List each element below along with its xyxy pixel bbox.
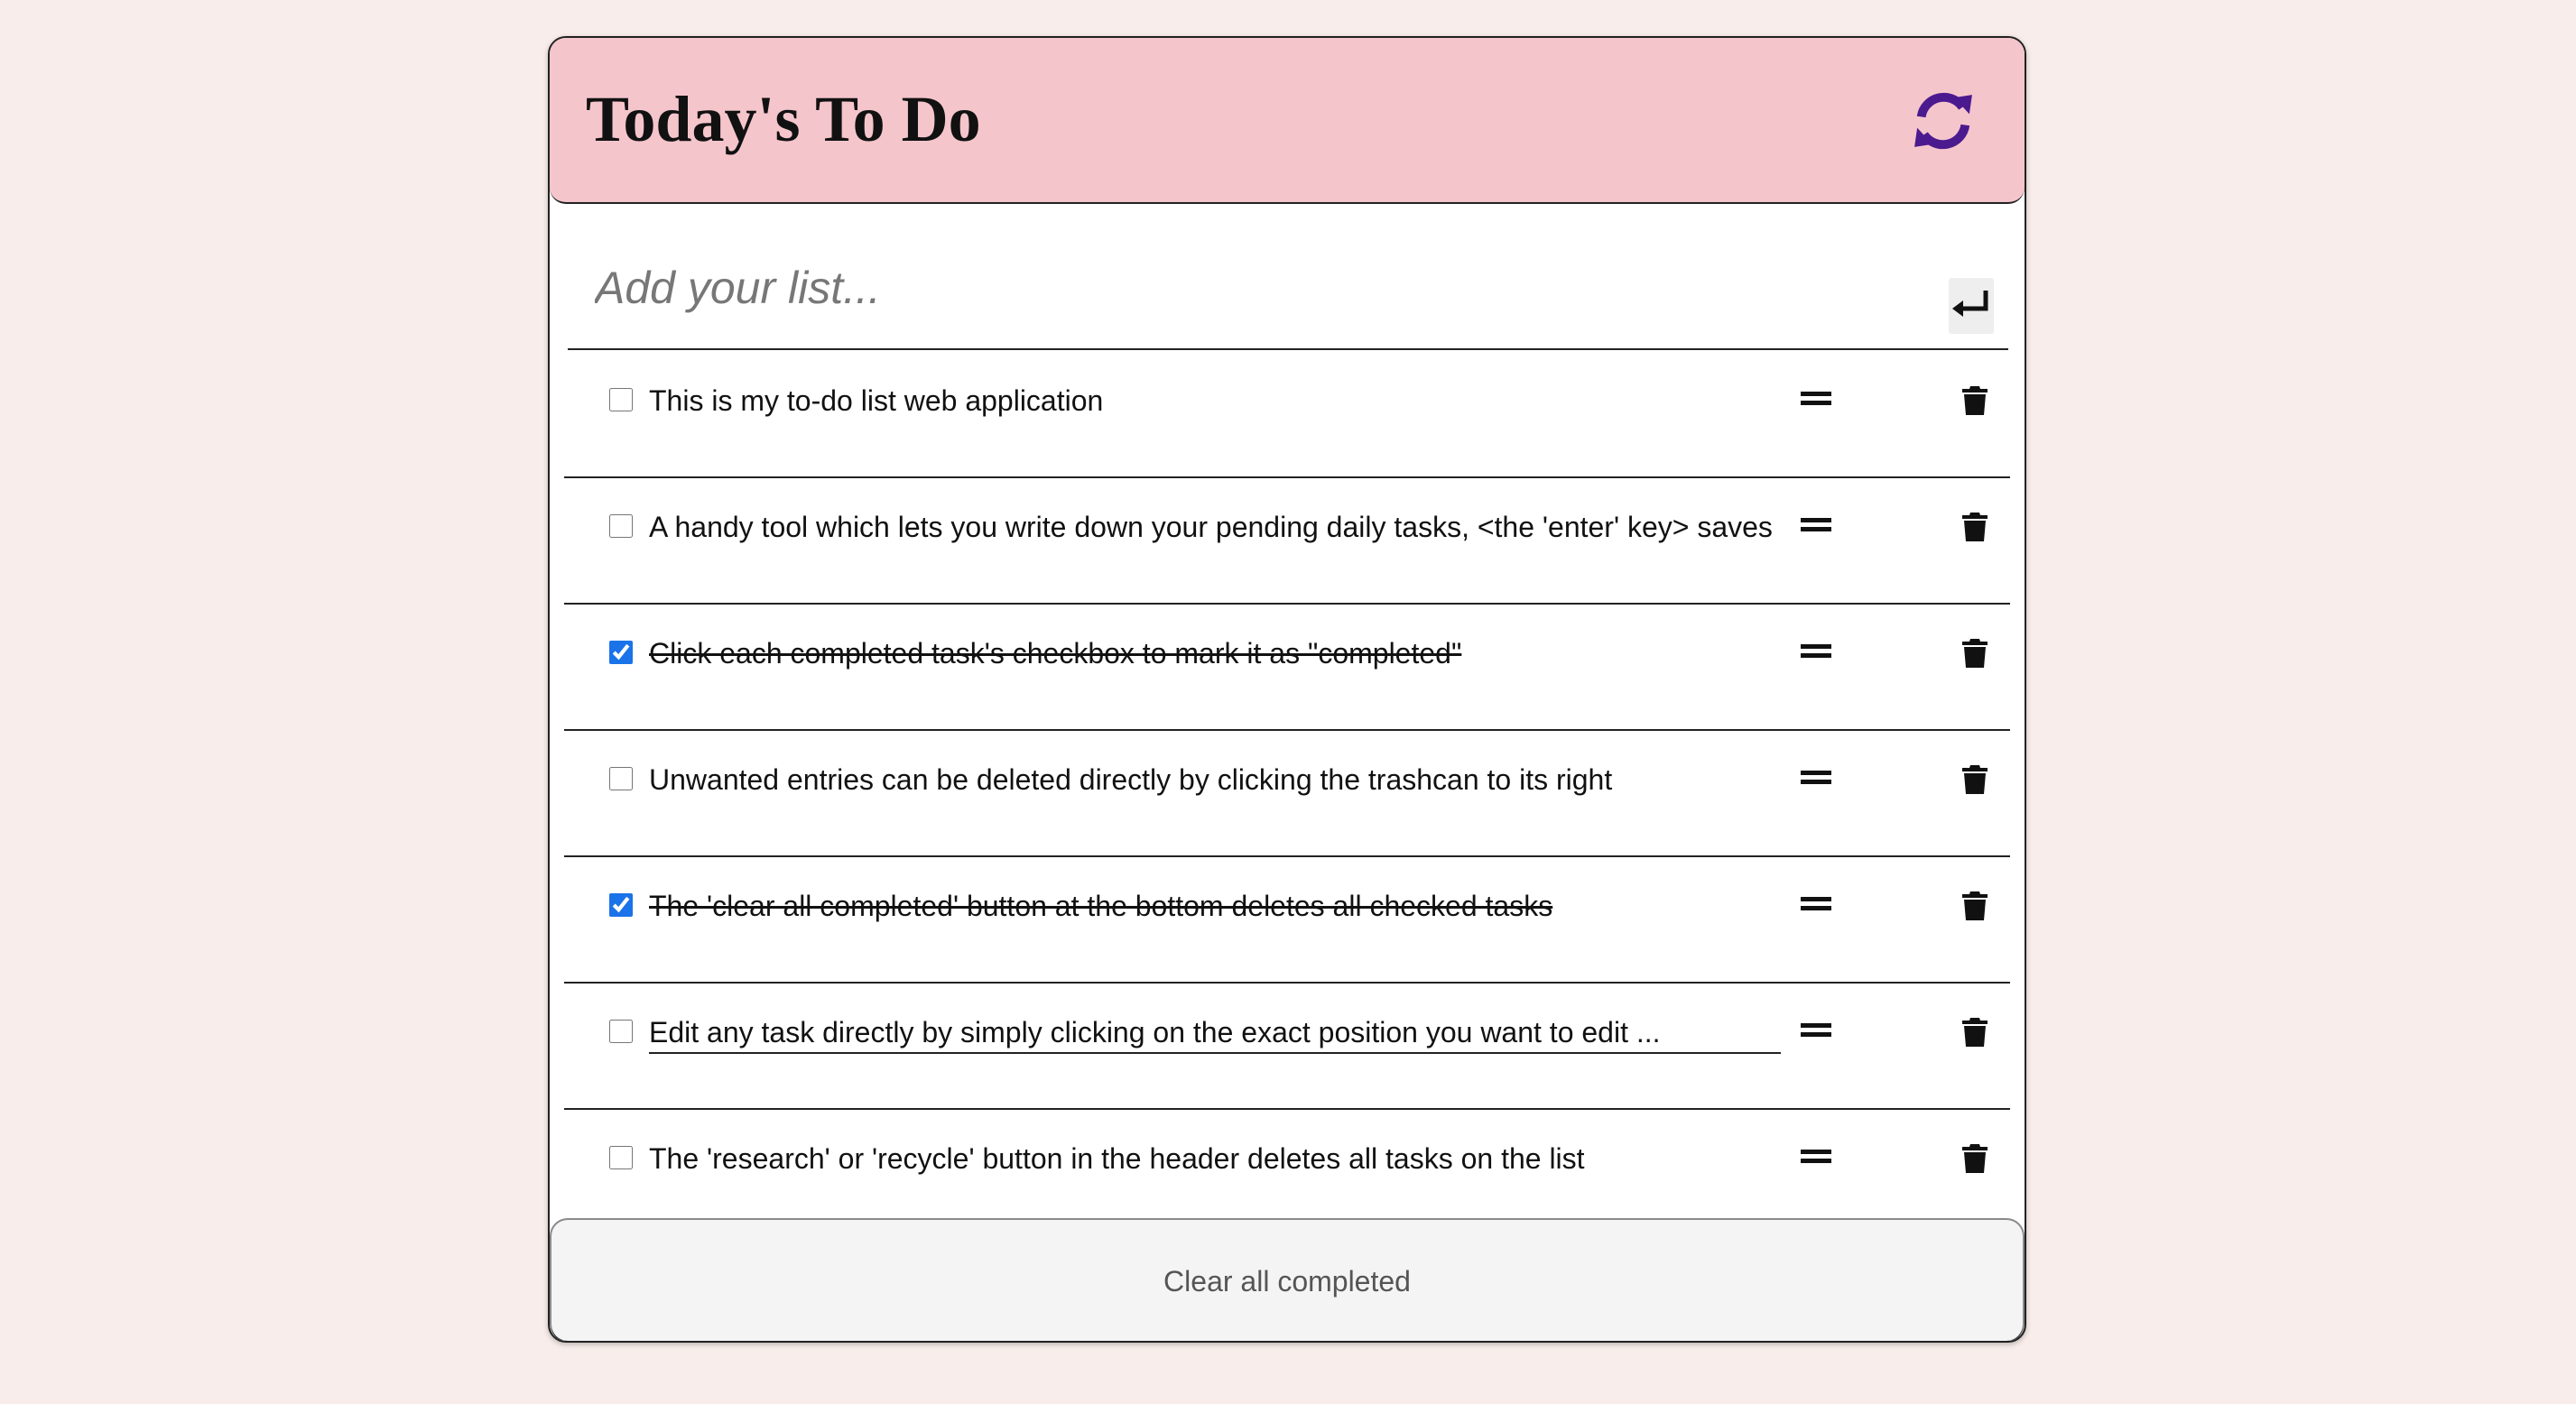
add-task-input[interactable]: [593, 247, 1842, 328]
task-item: The 'clear all completed' button at the …: [564, 857, 2010, 984]
add-task-row: [568, 238, 2008, 350]
clear-completed-button[interactable]: Clear all completed: [550, 1218, 2025, 1341]
trash-icon: [1962, 891, 1988, 920]
task-text[interactable]: The 'clear all completed' button at the …: [649, 888, 1781, 924]
delete-task-button[interactable]: [1960, 890, 1989, 922]
drag-handle-icon[interactable]: [1801, 771, 1831, 789]
task-item: A handy tool which lets you write down y…: [564, 478, 2010, 605]
task-item: Click each completed task's checkbox to …: [564, 605, 2010, 731]
refresh-button[interactable]: [1909, 87, 1978, 155]
delete-task-button[interactable]: [1960, 384, 1989, 417]
trash-icon: [1962, 1018, 1988, 1047]
trash-icon: [1962, 639, 1988, 668]
task-checkbox[interactable]: [609, 388, 633, 411]
trash-icon: [1962, 765, 1988, 794]
drag-handle-icon[interactable]: [1801, 518, 1831, 536]
task-text[interactable]: Edit any task directly by simply clickin…: [649, 1014, 1781, 1054]
task-checkbox[interactable]: [609, 1020, 633, 1043]
drag-handle-icon[interactable]: [1801, 897, 1831, 915]
task-item: Edit any task directly by simply clickin…: [564, 984, 2010, 1110]
task-text[interactable]: Click each completed task's checkbox to …: [649, 635, 1781, 671]
task-text[interactable]: The 'research' or 'recycle' button in th…: [649, 1141, 1781, 1177]
refresh-icon: [1914, 92, 1972, 150]
task-checkbox[interactable]: [609, 514, 633, 538]
drag-handle-icon[interactable]: [1801, 1150, 1831, 1168]
page-title: Today's To Do: [586, 83, 981, 155]
app-header: Today's To Do: [550, 38, 2025, 204]
drag-handle-icon[interactable]: [1801, 1023, 1831, 1041]
task-checkbox[interactable]: [609, 893, 633, 917]
task-list: This is my to-do list web application A h…: [564, 352, 2010, 1234]
task-checkbox[interactable]: [609, 641, 633, 664]
enter-key-icon: [1952, 291, 1988, 317]
drag-handle-icon[interactable]: [1801, 644, 1831, 662]
task-checkbox[interactable]: [609, 1146, 633, 1169]
todo-app: Today's To Do This is my to-do list: [548, 36, 2026, 1343]
trash-icon: [1962, 386, 1988, 415]
task-text[interactable]: This is my to-do list web application: [649, 383, 1781, 419]
task-text[interactable]: A handy tool which lets you write down y…: [649, 509, 1781, 545]
task-checkbox[interactable]: [609, 767, 633, 790]
enter-button[interactable]: [1949, 278, 1994, 334]
task-item: The 'research' or 'recycle' button in th…: [564, 1110, 2010, 1234]
task-item: This is my to-do list web application: [564, 352, 2010, 478]
task-text[interactable]: Unwanted entries can be deleted directly…: [649, 762, 1781, 798]
delete-task-button[interactable]: [1960, 763, 1989, 796]
trash-icon: [1962, 513, 1988, 541]
task-item: Unwanted entries can be deleted directly…: [564, 731, 2010, 857]
delete-task-button[interactable]: [1960, 637, 1989, 670]
delete-task-button[interactable]: [1960, 1142, 1989, 1175]
drag-handle-icon[interactable]: [1801, 392, 1831, 410]
delete-task-button[interactable]: [1960, 511, 1989, 543]
trash-icon: [1962, 1144, 1988, 1173]
delete-task-button[interactable]: [1960, 1016, 1989, 1048]
